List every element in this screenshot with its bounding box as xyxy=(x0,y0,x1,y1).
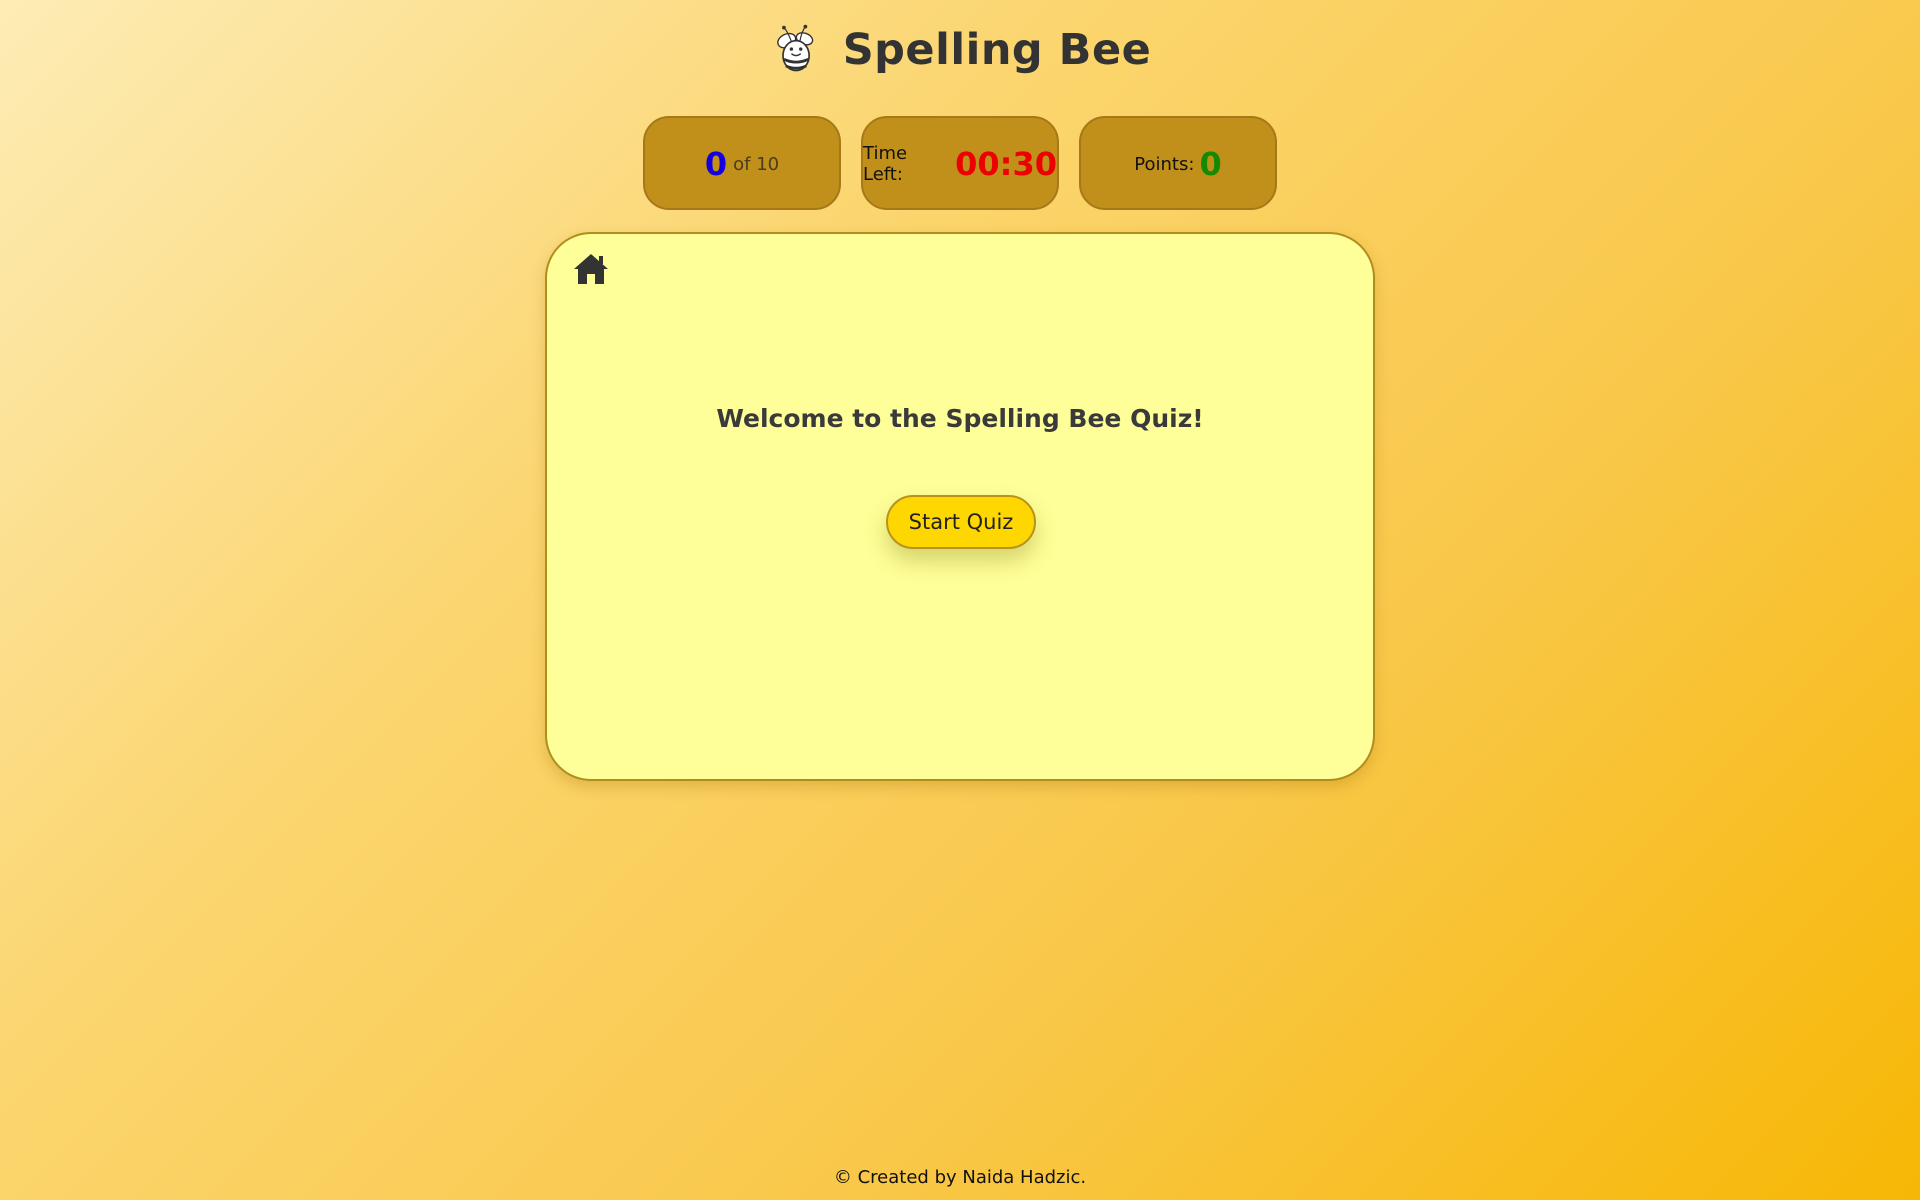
time-left-label: Time Left: xyxy=(863,143,908,185)
page-title: Spelling Bee xyxy=(842,25,1152,75)
footer-credit: © Created by Naida Hadzic. xyxy=(833,1167,1087,1188)
timer: Time Left: 00:30 xyxy=(861,116,1059,210)
points-counter: Points: 0 xyxy=(1079,116,1277,210)
start-quiz-button[interactable]: Start Quiz xyxy=(886,495,1036,549)
points-label: Points: xyxy=(1134,153,1195,175)
bee-icon xyxy=(776,24,813,72)
time-left-value: 00:30 xyxy=(955,145,1057,183)
stats-bar: 0 of 10 Time Left: 00:30 Points: 0 xyxy=(0,116,1920,210)
question-total: of 10 xyxy=(733,153,780,175)
welcome-message: Welcome to the Spelling Bee Quiz! xyxy=(716,404,1204,433)
quiz-card: Welcome to the Spelling Bee Quiz! Start … xyxy=(545,232,1375,781)
question-counter: 0 of 10 xyxy=(643,116,841,210)
header: Spelling Bee xyxy=(0,22,1920,78)
question-current: 0 xyxy=(704,145,728,183)
home-icon[interactable] xyxy=(573,252,609,286)
points-value: 0 xyxy=(1199,145,1222,183)
